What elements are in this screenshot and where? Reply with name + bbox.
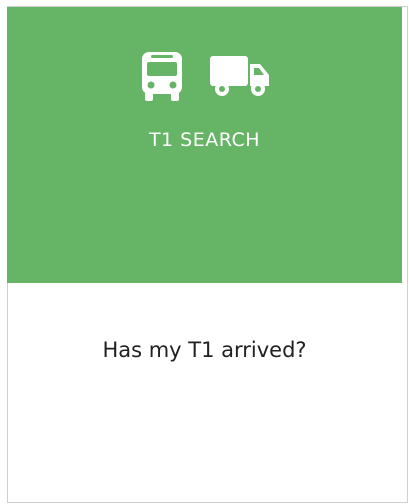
bus-icon (140, 52, 184, 102)
card-header: T1 SEARCH (7, 7, 402, 283)
truck-icon (209, 56, 270, 98)
icon-row (7, 52, 402, 102)
card-question: Has my T1 arrived? (102, 338, 307, 362)
card-title: T1 SEARCH (148, 129, 261, 151)
